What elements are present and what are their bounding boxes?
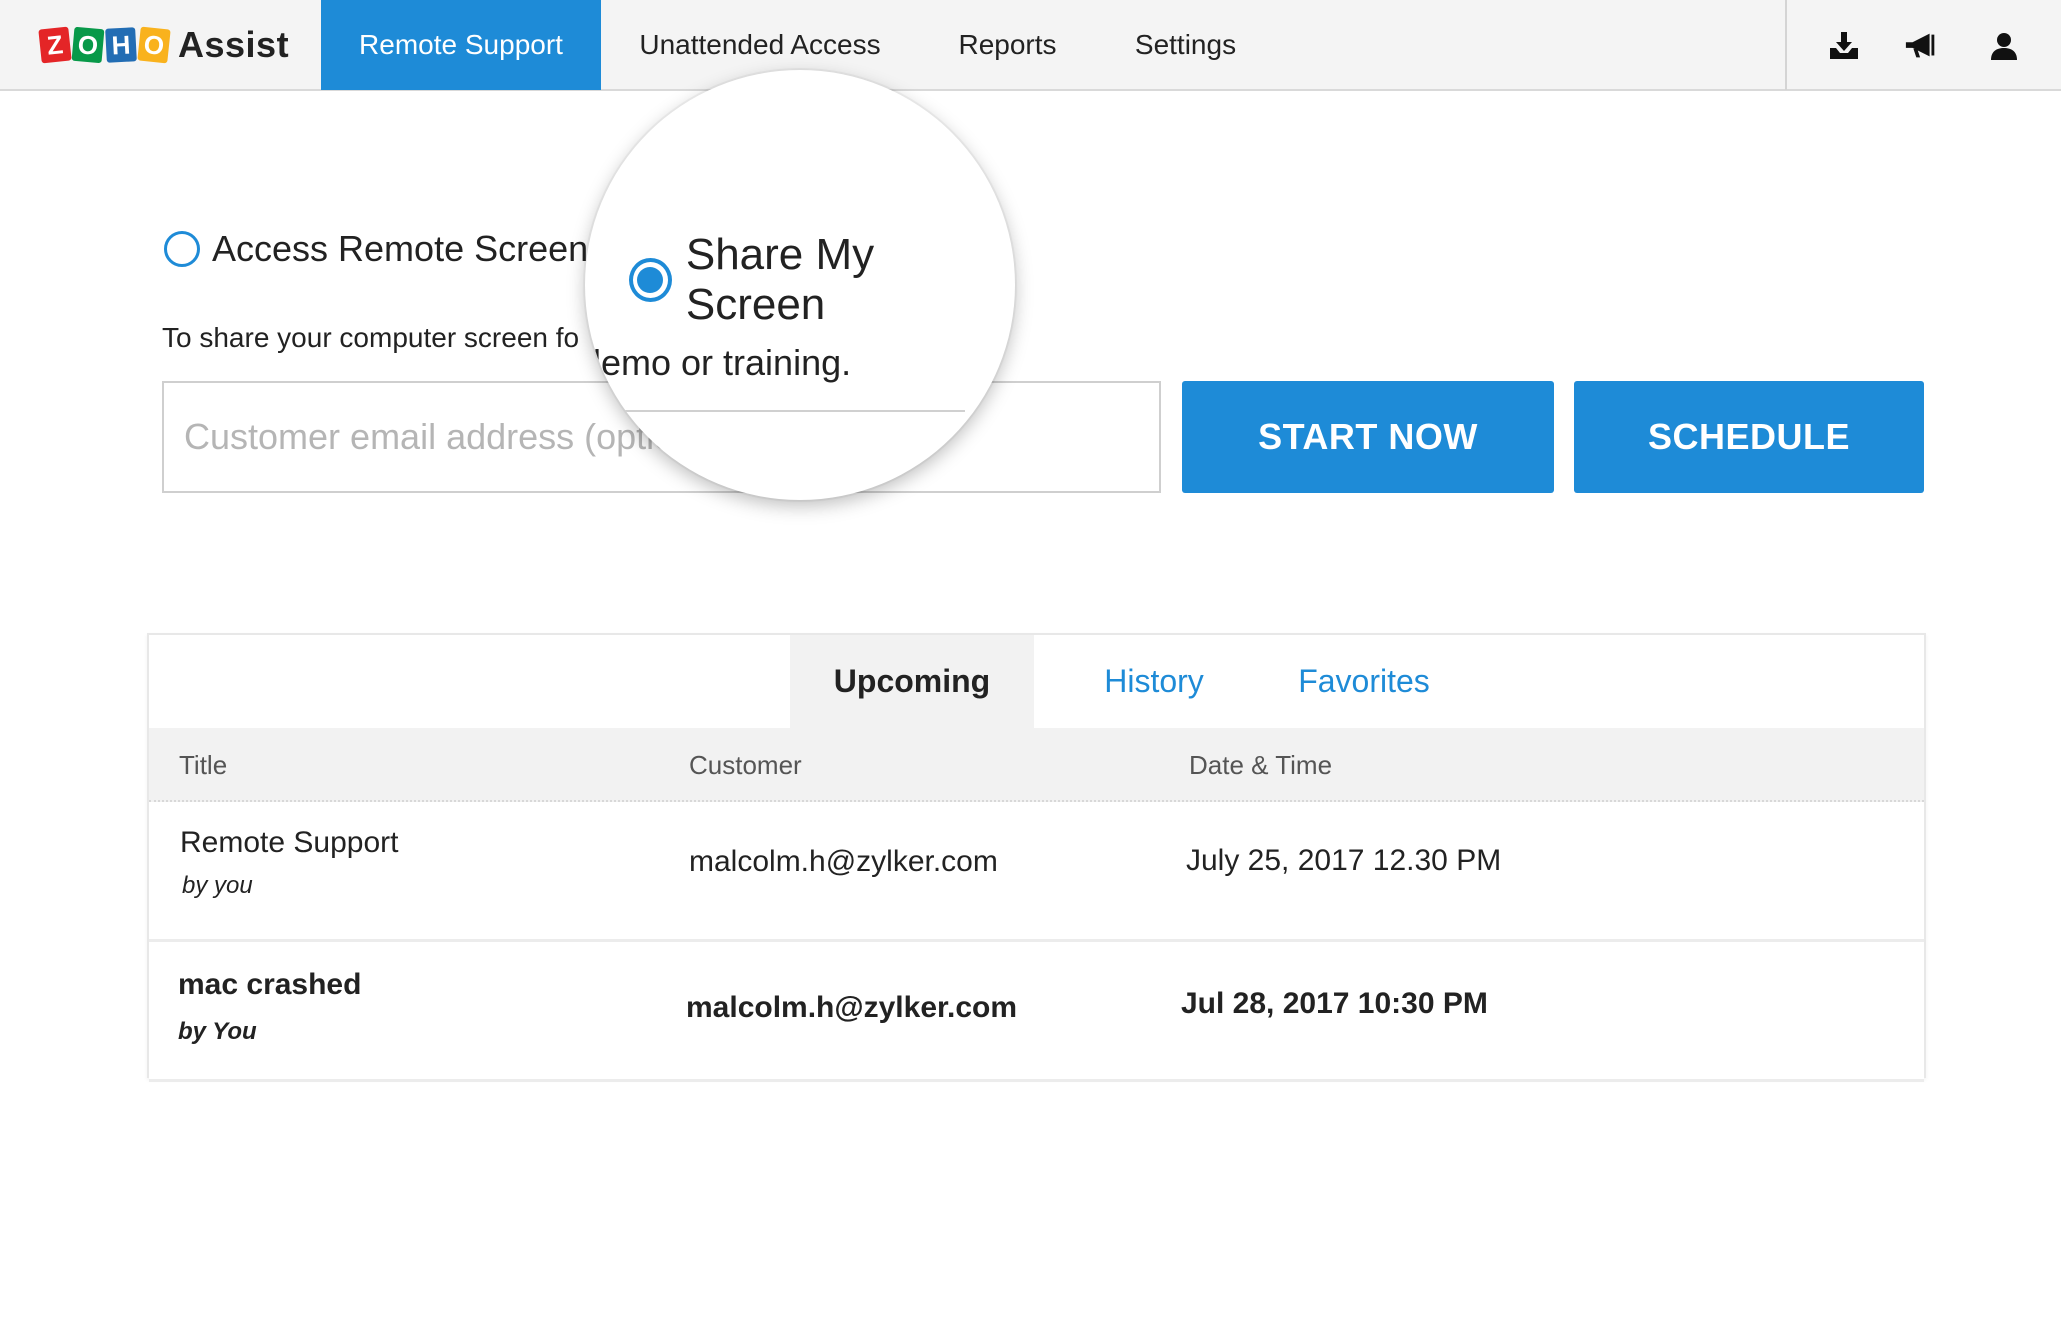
logo-tile-z: Z (38, 26, 72, 64)
nav-tab-settings[interactable]: Settings (1118, 0, 1253, 90)
row-title: mac crashed (178, 968, 362, 1001)
radio-label-share-my-screen: Share My Screen (685, 230, 875, 329)
row-datetime: July 25, 2017 12.30 PM (1186, 844, 1502, 877)
tab-history[interactable]: History (1054, 635, 1254, 728)
radio-dot (637, 267, 664, 293)
magnified-description: lemo or training. (593, 342, 852, 383)
nav-tab-remote-support[interactable]: Remote Support (321, 0, 601, 90)
radio-button-selected[interactable] (629, 258, 672, 302)
column-header-date-time[interactable]: Date & Time (1189, 728, 1332, 802)
radio-share-my-screen[interactable]: Share My Screen (629, 230, 1015, 330)
zoho-assist-page: Z O H O Assist Remote Support Unattended… (0, 0, 2061, 1325)
logo-word: Assist (178, 24, 290, 65)
logo-tile-h: H (105, 27, 137, 63)
tab-favorites[interactable]: Favorites (1264, 635, 1464, 728)
user-icon[interactable] (1986, 28, 2022, 64)
row-datetime: Jul 28, 2017 10:30 PM (1181, 987, 1488, 1020)
radio-label-access-remote: Access Remote Screen (212, 228, 589, 269)
radio-button-unselected[interactable] (164, 231, 200, 267)
magnified-input-border (585, 410, 965, 412)
logo-tile-o2: O (137, 26, 171, 64)
schedule-button[interactable]: SCHEDULE (1574, 381, 1924, 493)
column-header-customer[interactable]: Customer (689, 728, 802, 802)
table-row[interactable]: Remote Support by you malcolm.h@zylker.c… (149, 802, 1924, 942)
sessions-tabs: Upcoming History Favorites (149, 635, 1924, 728)
download-icon[interactable] (1826, 28, 1862, 64)
table-row[interactable]: mac crashed by You malcolm.h@zylker.com … (149, 942, 1924, 1082)
sessions-panel: Upcoming History Favorites Title Custome… (147, 633, 1926, 1082)
row-customer: malcolm.h@zylker.com (689, 845, 998, 878)
logo-tile-o: O (71, 26, 105, 64)
row-owner: by You (178, 1018, 257, 1045)
nav-divider (1785, 0, 1787, 90)
tab-upcoming[interactable]: Upcoming (790, 635, 1034, 728)
nav-tab-reports[interactable]: Reports (940, 0, 1075, 90)
column-header-title[interactable]: Title (179, 728, 227, 802)
row-owner: by you (182, 872, 253, 899)
share-description: To share your computer screen fo (162, 322, 580, 353)
top-nav-bar: Z O H O Assist Remote Support Unattended… (0, 0, 2061, 91)
magnifier-lens: Share My Screen lemo or training. (585, 70, 1015, 500)
announcement-icon[interactable] (1904, 28, 1940, 64)
start-now-button[interactable]: START NOW (1182, 381, 1554, 493)
zoho-assist-logo[interactable]: Z O H O Assist (38, 22, 290, 68)
row-customer: malcolm.h@zylker.com (686, 991, 1018, 1024)
row-title: Remote Support (180, 826, 399, 859)
table-header: Title Customer Date & Time (149, 728, 1924, 802)
radio-access-remote-screen[interactable]: Access Remote Screen (164, 228, 588, 270)
